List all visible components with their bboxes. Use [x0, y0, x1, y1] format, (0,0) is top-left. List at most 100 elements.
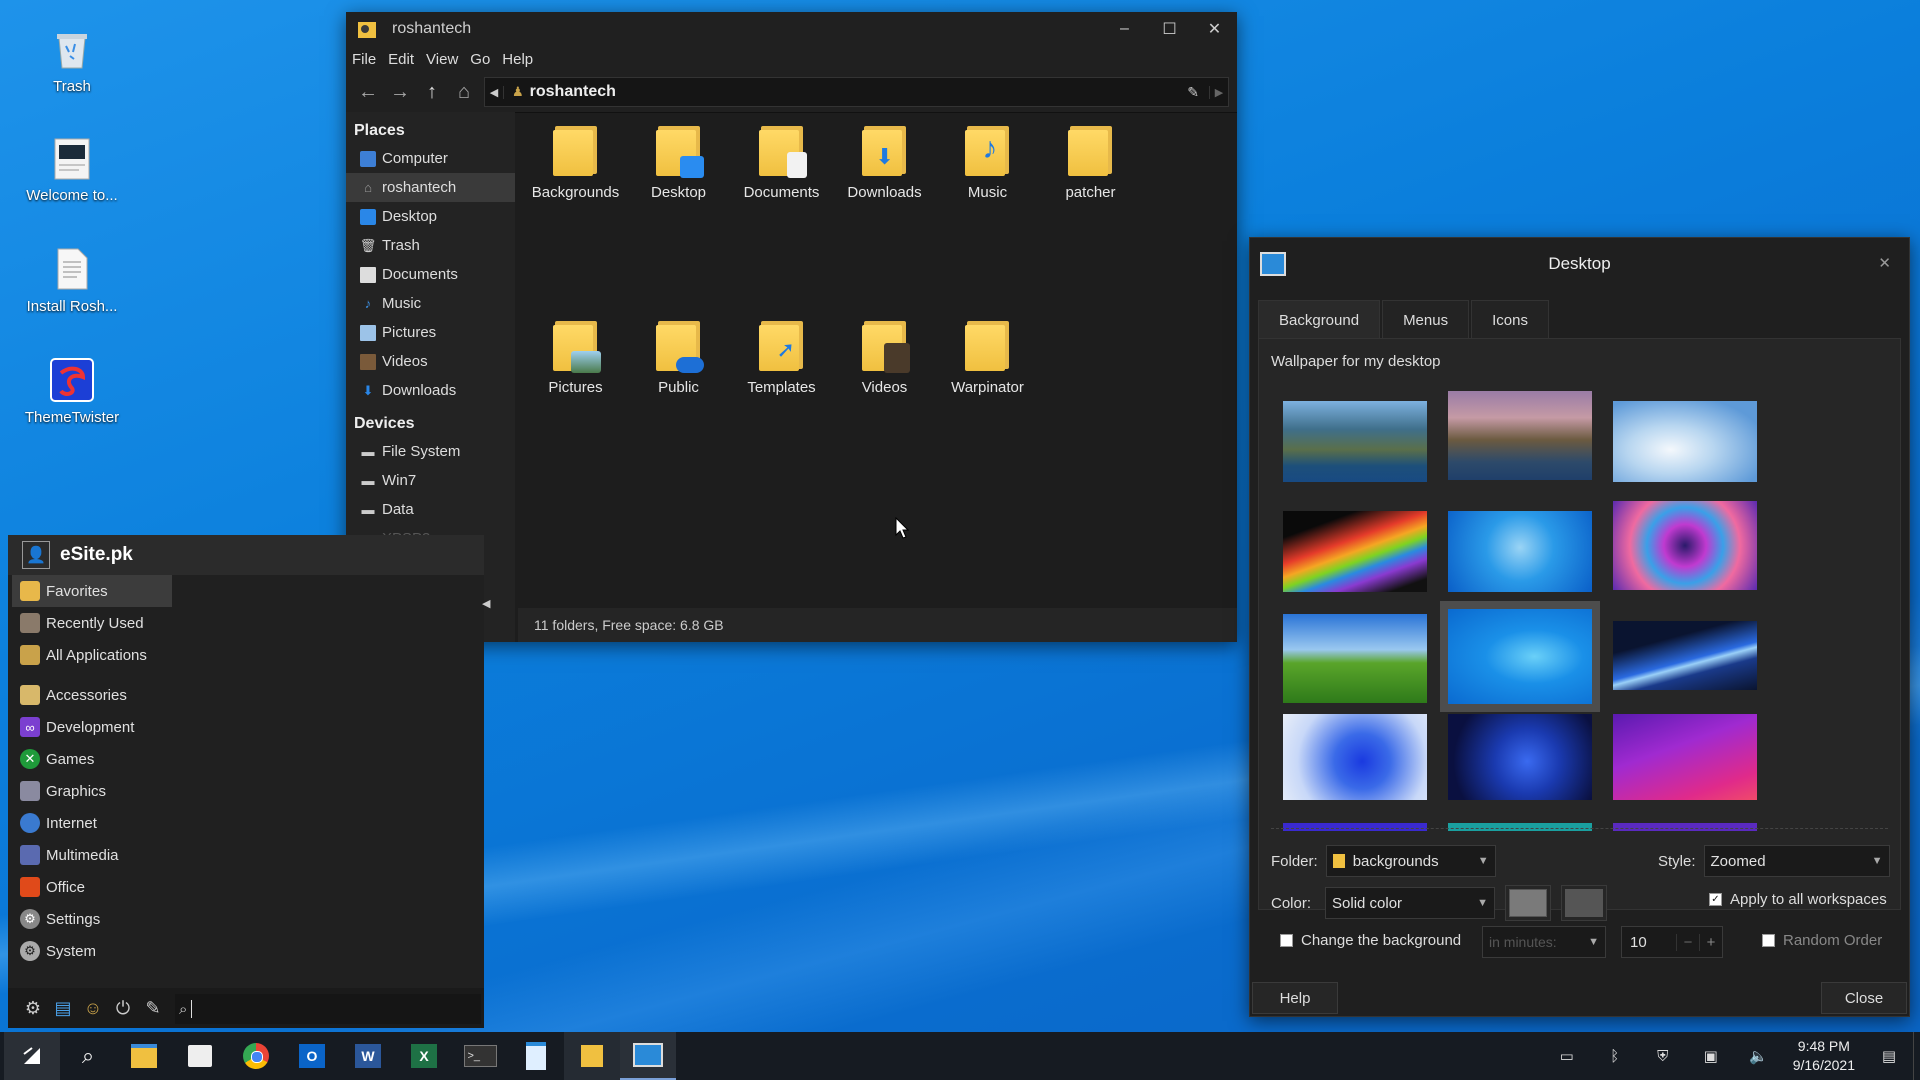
- menu-help[interactable]: Help: [496, 51, 539, 68]
- category-all-applications[interactable]: All Applications: [12, 639, 172, 671]
- category-favorites[interactable]: Favorites: [12, 575, 172, 607]
- chrome-icon[interactable]: [228, 1032, 284, 1080]
- network-icon[interactable]: ▣: [1687, 1047, 1735, 1065]
- wallpaper-thumbnail[interactable]: [1613, 823, 1757, 831]
- wallpaper-thumbnail[interactable]: [1613, 714, 1757, 800]
- wallpaper-thumbnail[interactable]: [1283, 714, 1427, 800]
- volume-icon[interactable]: 🔈: [1735, 1047, 1783, 1065]
- folder-item[interactable]: ➚ Templates: [730, 313, 833, 413]
- decrement-icon[interactable]: −: [1676, 933, 1699, 951]
- wallpaper-thumbnail[interactable]: [1613, 501, 1757, 590]
- folder-item[interactable]: Videos: [833, 313, 936, 413]
- bluetooth-icon[interactable]: ᛒ: [1591, 1048, 1639, 1065]
- notification-icon[interactable]: ▤: [1865, 1047, 1913, 1065]
- wallpaper-thumbnail[interactable]: [1448, 511, 1592, 592]
- settings-icon[interactable]: ⚙: [18, 993, 48, 1023]
- file-explorer-icon[interactable]: [116, 1032, 172, 1080]
- increment-icon[interactable]: +: [1699, 933, 1722, 951]
- help-button[interactable]: Help: [1252, 982, 1338, 1014]
- sidebar-item-pictures[interactable]: Pictures: [346, 318, 515, 347]
- battery-icon[interactable]: ▭: [1543, 1047, 1591, 1065]
- folder-item[interactable]: Public: [627, 313, 730, 413]
- category-development[interactable]: ∞ Development: [12, 711, 172, 743]
- sidebar-item-music[interactable]: ♪ Music: [346, 289, 515, 318]
- random-order-checkbox[interactable]: [1762, 934, 1775, 947]
- category-system[interactable]: ⚙ System: [12, 935, 172, 967]
- sidebar-item-trash[interactable]: 🗑 Trash: [346, 231, 515, 260]
- interval-unit-select[interactable]: in minutes: ▼: [1482, 926, 1606, 958]
- path-left-chevron-icon[interactable]: ◀: [485, 85, 504, 99]
- interval-spinner[interactable]: 10 − +: [1621, 926, 1723, 958]
- wallpaper-thumbnail[interactable]: [1613, 401, 1757, 482]
- menu-go[interactable]: Go: [464, 51, 496, 68]
- secondary-color-button[interactable]: [1561, 885, 1608, 921]
- folder-item[interactable]: Documents: [730, 118, 833, 218]
- menu-view[interactable]: View: [420, 51, 464, 68]
- close-icon[interactable]: ✕: [1878, 254, 1891, 272]
- word-icon[interactable]: W: [340, 1032, 396, 1080]
- close-button[interactable]: ✕: [1192, 12, 1237, 46]
- collapse-arrow-icon[interactable]: ◀: [482, 597, 490, 610]
- category-graphics[interactable]: Graphics: [12, 775, 172, 807]
- desktop-icon-trash[interactable]: Trash: [17, 26, 127, 95]
- category-office[interactable]: Office: [12, 871, 172, 903]
- wallpaper-thumbnail[interactable]: [1283, 823, 1427, 831]
- excel-icon[interactable]: X: [396, 1032, 452, 1080]
- home-icon[interactable]: ⌂: [448, 76, 480, 108]
- file-manager-titlebar[interactable]: roshantech – ☐ ✕: [346, 12, 1237, 46]
- desktop-icon-welcome[interactable]: Welcome to...: [17, 135, 127, 204]
- file-manager-taskbar-icon[interactable]: [564, 1032, 620, 1080]
- style-select[interactable]: Zoomed ▼: [1703, 845, 1890, 877]
- users-icon[interactable]: ☺: [78, 993, 108, 1023]
- menu-edit[interactable]: Edit: [382, 51, 420, 68]
- desktop-settings-taskbar-icon[interactable]: [620, 1032, 676, 1080]
- sidebar-item-data[interactable]: ▬ Data: [346, 495, 515, 524]
- search-icon[interactable]: ⌕: [60, 1032, 116, 1080]
- up-arrow-icon[interactable]: ↑: [416, 76, 448, 108]
- sidebar-item-downloads[interactable]: ⬇ Downloads: [346, 376, 515, 405]
- folder-item[interactable]: ♪ Music: [936, 118, 1039, 218]
- category-games[interactable]: ✕ Games: [12, 743, 172, 775]
- wallpaper-thumbnail[interactable]: [1448, 391, 1592, 480]
- wallpaper-thumbnail-selected[interactable]: [1440, 601, 1600, 712]
- tab-menus[interactable]: Menus: [1382, 300, 1470, 339]
- tab-icons[interactable]: Icons: [1471, 300, 1549, 339]
- sidebar-item-desktop[interactable]: Desktop: [346, 202, 515, 231]
- wallpaper-thumbnail[interactable]: [1448, 714, 1592, 800]
- outlook-icon[interactable]: O: [284, 1032, 340, 1080]
- tab-background[interactable]: Background: [1258, 300, 1381, 339]
- folder-item[interactable]: Desktop: [627, 118, 730, 218]
- show-desktop-button[interactable]: [1913, 1032, 1920, 1080]
- category-internet[interactable]: Internet: [12, 807, 172, 839]
- terminal-icon[interactable]: >_: [452, 1032, 508, 1080]
- notepad-icon[interactable]: [508, 1032, 564, 1080]
- folder-item[interactable]: Backgrounds: [524, 118, 627, 218]
- folder-item[interactable]: Warpinator: [936, 313, 1039, 413]
- folder-item[interactable]: Pictures: [524, 313, 627, 413]
- edit-path-icon[interactable]: ✎: [1187, 84, 1199, 101]
- category-settings[interactable]: ⚙ Settings: [12, 903, 172, 935]
- category-accessories[interactable]: Accessories: [12, 679, 172, 711]
- wallpaper-thumbnail[interactable]: [1283, 511, 1427, 592]
- path-right-chevron-icon[interactable]: ▶: [1209, 85, 1228, 99]
- folder-item[interactable]: patcher: [1039, 118, 1142, 218]
- clock[interactable]: 9:48 PM 9/16/2021: [1783, 1037, 1865, 1075]
- close-button[interactable]: Close: [1821, 982, 1907, 1014]
- primary-color-button[interactable]: [1505, 885, 1552, 921]
- menu-search-input[interactable]: ⌕: [175, 994, 481, 1024]
- menu-file[interactable]: File: [346, 51, 382, 68]
- desktop-icon-themetwister[interactable]: ThemeTwister: [17, 357, 127, 426]
- sidebar-item-videos[interactable]: Videos: [346, 347, 515, 376]
- color-select[interactable]: Solid color ▼: [1325, 887, 1496, 919]
- wallpaper-thumbnail[interactable]: [1283, 401, 1427, 482]
- category-multimedia[interactable]: Multimedia: [12, 839, 172, 871]
- file-manager-icon[interactable]: ▤: [48, 993, 78, 1023]
- folder-select[interactable]: backgrounds ▼: [1325, 845, 1496, 877]
- store-icon[interactable]: [172, 1032, 228, 1080]
- desktop-icon-install[interactable]: Install Rosh...: [17, 246, 127, 315]
- change-background-checkbox[interactable]: [1280, 934, 1293, 947]
- wallpaper-thumbnail[interactable]: [1613, 621, 1757, 690]
- category-recently-used[interactable]: Recently Used: [12, 607, 172, 639]
- start-button[interactable]: [4, 1032, 60, 1080]
- path-bar[interactable]: ◀ ♟ roshantech ✎ ▶: [484, 77, 1229, 107]
